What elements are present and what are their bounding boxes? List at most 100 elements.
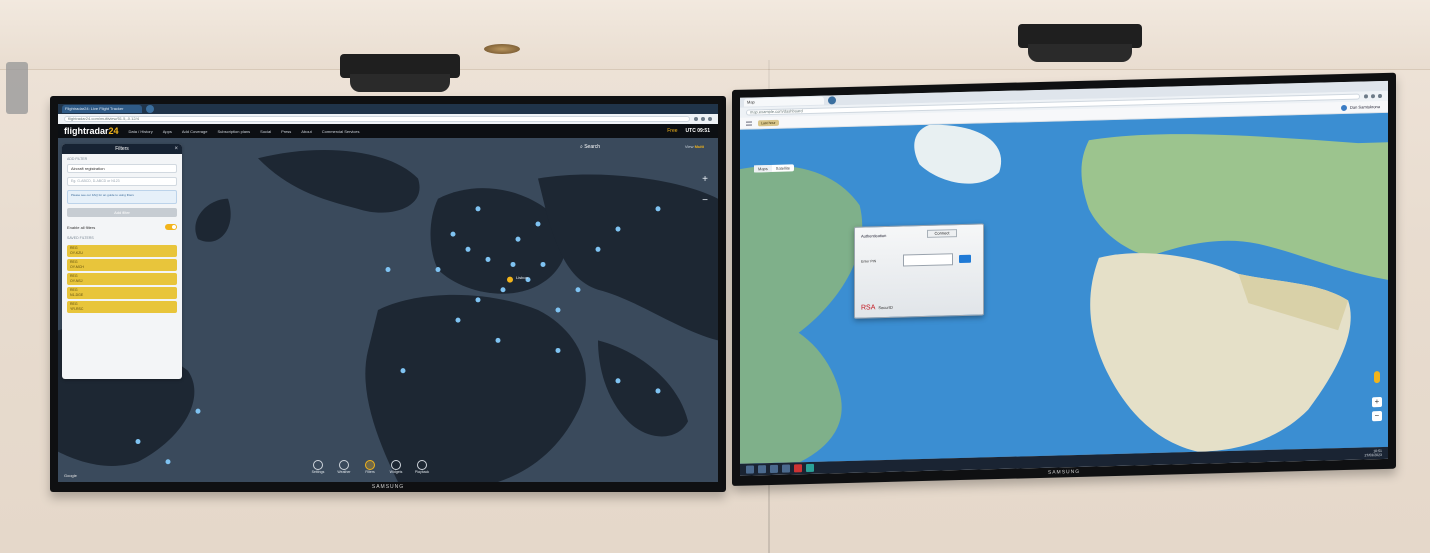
fr24-logo[interactable]: flightradar24 — [64, 126, 119, 136]
widgets-icon — [391, 460, 401, 470]
new-tab-icon[interactable] — [146, 105, 154, 113]
profile-icon[interactable] — [701, 117, 705, 121]
avatar — [1340, 104, 1347, 111]
saved-filter-row[interactable]: REG N1-DGE — [67, 287, 177, 299]
filter-value: N1-DGE — [70, 293, 84, 297]
nav-item[interactable]: Commercial Services — [322, 129, 360, 134]
taskbar-app-icon[interactable] — [806, 463, 814, 473]
settings-icon — [313, 460, 323, 470]
address-bar: flightradar24.com/multiview/51.5,-0.12/4 — [58, 114, 718, 124]
monitor-mount-left — [340, 54, 460, 92]
world-map[interactable]: Maps Satellite Authentication Connect En… — [740, 112, 1388, 464]
zoom-out-button[interactable]: − — [1372, 410, 1382, 422]
pin-input[interactable] — [903, 253, 953, 267]
saved-filter-row[interactable]: REG OY-KZU — [67, 245, 177, 257]
filter-value: OY-MCH — [70, 265, 84, 269]
menu-icon[interactable] — [708, 117, 712, 121]
filters-header: Filters × — [62, 144, 182, 154]
toolbar-playback-button[interactable]: Playback — [412, 460, 432, 474]
ceiling-light — [484, 44, 520, 54]
saved-filter-row[interactable]: REG OY-MCH — [67, 259, 177, 271]
taskbar-app-icon[interactable] — [794, 464, 802, 473]
screen-right: Map map.example.com/dashboard Last hour … — [740, 80, 1388, 476]
filters-panel: Filters × Add filter Aircraft registratio… — [62, 144, 182, 379]
nav-item[interactable]: Subscription plans — [217, 129, 250, 134]
rsa-auth-dialog: Authentication Connect Enter PIN RSA Secu… — [854, 223, 984, 319]
playback-icon — [417, 460, 427, 470]
toggle-switch[interactable] — [165, 224, 177, 230]
filters-section-add: Add filter — [67, 157, 88, 161]
map-search[interactable]: ⌕ Search — [580, 144, 600, 150]
start-icon[interactable] — [746, 465, 754, 474]
url-field[interactable]: flightradar24.com/multiview/51.5,-0.12/4 — [64, 116, 690, 122]
dialog-title: Authentication — [861, 232, 887, 239]
profile-icon[interactable] — [1371, 94, 1375, 99]
nav-item[interactable]: About — [301, 129, 311, 134]
extension-icon[interactable] — [1364, 94, 1368, 99]
saved-filter-row[interactable]: REG OY-NSJ — [67, 273, 177, 285]
filters-icon — [365, 460, 375, 470]
enable-filters-toggle[interactable]: Enable all filters — [62, 221, 182, 233]
filter-value: OY-KZU — [70, 251, 83, 255]
time-range-badge[interactable]: Last hour — [758, 119, 779, 126]
user-menu[interactable]: Dan Samtokrona — [1340, 103, 1388, 111]
zoom-in-button[interactable]: + — [702, 174, 708, 185]
extension-icon[interactable] — [694, 117, 698, 121]
ceiling — [0, 0, 1430, 70]
toolbar-weather-button[interactable]: Weather — [334, 460, 354, 474]
saved-filter-row[interactable]: REG YR-RSC — [67, 301, 177, 313]
fr24-menu: Data / History Apps Add Coverage Subscripti… — [129, 129, 360, 134]
monitor-left: Flightradar24: Live Flight Tracker fligh… — [50, 96, 726, 492]
toolbar-filters-button[interactable]: Filters — [360, 460, 380, 474]
zoom-controls: + − — [1372, 396, 1382, 422]
nav-item[interactable]: Data / History — [129, 129, 153, 134]
view-mode[interactable]: View Multi — [685, 144, 704, 149]
toolbar-label: Filters — [365, 470, 375, 474]
submit-arrow-button[interactable] — [959, 254, 971, 264]
saved-filter-list: REG OY-KZU REG OY-MCH REG OY-NSJ REG N1-DGE REG Y… — [62, 245, 182, 313]
fr24-navbar: flightradar24 Data / History Apps Add Cove… — [58, 124, 718, 138]
zoom-controls: + − — [702, 174, 708, 206]
connect-button[interactable]: Connect — [927, 229, 957, 238]
toolbar-widgets-button[interactable]: Widgets — [386, 460, 406, 474]
close-icon[interactable]: × — [174, 144, 178, 154]
screen-left: Flightradar24: Live Flight Tracker fligh… — [58, 104, 718, 482]
tab-satellite[interactable]: Satellite — [772, 164, 794, 172]
taskbar-app-icon[interactable] — [770, 464, 778, 474]
zoom-out-button[interactable]: − — [702, 195, 708, 206]
nav-item[interactable]: Add Coverage — [182, 129, 208, 134]
filters-section-saved: Saved filters — [67, 236, 94, 240]
rsa-logo: RSA SecurID — [861, 304, 893, 312]
toolbar-label: Widgets — [389, 470, 403, 474]
tab-maps[interactable]: Maps — [754, 164, 772, 173]
add-filter-button[interactable]: Add filter — [67, 208, 177, 217]
google-attribution: Google — [64, 473, 77, 478]
toolbar-label: Settings — [311, 470, 325, 474]
monitor-right: Map map.example.com/dashboard Last hour … — [732, 72, 1396, 486]
hamburger-icon[interactable] — [746, 120, 752, 126]
new-tab-icon[interactable] — [828, 96, 836, 105]
pin-label: Enter PIN — [861, 259, 877, 264]
taskbar-app-icon[interactable] — [782, 464, 790, 473]
zoom-in-button[interactable]: + — [1372, 396, 1382, 408]
filter-value-input[interactable]: Eg. G-ABCD, D-ABCD or N123 — [67, 177, 177, 186]
taskbar-app-icon[interactable] — [758, 465, 766, 474]
filter-info: Please see our FAQ for an guide to using… — [67, 190, 177, 204]
map-city-label: Lisbon — [516, 275, 528, 280]
monitor-brand: SAMSUNG — [1047, 468, 1081, 476]
monitor-mount-right — [1018, 24, 1142, 62]
alert-badge[interactable]: Free — [667, 128, 677, 134]
toolbar-label: Weather — [337, 470, 351, 474]
nav-item[interactable]: Social — [260, 129, 271, 134]
map-type-toggle: Maps Satellite — [754, 164, 795, 173]
toolbar-settings-button[interactable]: Settings — [308, 460, 328, 474]
nav-item[interactable]: Apps — [163, 129, 172, 134]
browser-tab[interactable]: Flightradar24: Live Flight Tracker — [62, 105, 142, 113]
menu-icon[interactable] — [1378, 93, 1382, 99]
toolbar-label: Playback — [414, 470, 430, 474]
taskbar-clock: 10:51 27/03/2023 — [1364, 448, 1382, 458]
filter-value: OY-NSJ — [70, 279, 83, 283]
filter-type-select[interactable]: Aircraft registration — [67, 164, 177, 173]
pegman-icon[interactable] — [1374, 371, 1380, 384]
nav-item[interactable]: Press — [281, 129, 291, 134]
